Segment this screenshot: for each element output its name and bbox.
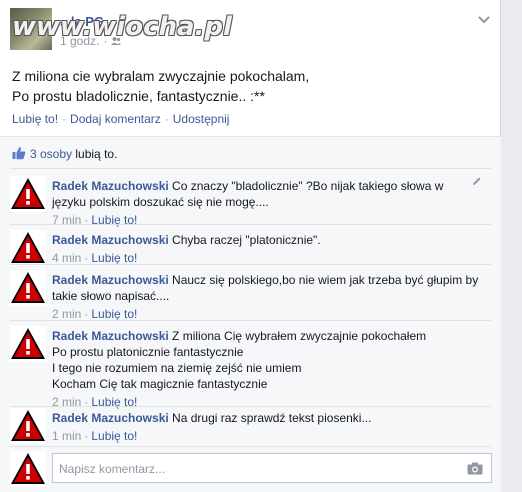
chevron-down-icon[interactable] (478, 16, 490, 24)
comment-input-box[interactable] (52, 453, 492, 483)
comment-separator (10, 264, 491, 265)
warning-avatar-icon[interactable] (10, 270, 46, 306)
divider (10, 168, 491, 169)
likes-label: lubią to. (75, 147, 118, 161)
likes-summary: 3 osoby lubią to. (12, 146, 117, 161)
comment-time[interactable]: 4 min (52, 251, 81, 265)
comment-meta: 1 min · Lubię to! (52, 428, 480, 444)
comment-separator (10, 446, 491, 447)
thumbs-up-icon (12, 147, 26, 160)
post-header: ...ła PG 1 godz. · www.wiocha.pl (10, 8, 410, 52)
comment-meta: 2 min · Lubię to! (52, 394, 480, 410)
comment-author[interactable]: Radek Mazuchowski (52, 233, 169, 247)
comment-like-link[interactable]: Lubię to! (91, 307, 137, 321)
post-text-line: Z miliona cie wybralam zwyczajnie pokoch… (12, 68, 310, 84)
comment-text-line: I tego nie rozumiem na ziemię zejść nie … (52, 361, 302, 375)
comment-author[interactable]: Radek Mazuchowski (52, 329, 169, 343)
watermark-logo: www.wiocha.pl (12, 12, 232, 42)
comment-input[interactable] (59, 460, 449, 478)
comment-time[interactable]: 1 min (52, 429, 81, 443)
comment-link[interactable]: Dodaj komentarz (70, 112, 161, 126)
comment-separator (10, 320, 491, 321)
comment-text-line: Po prostu platonicznie fantastycznie (52, 345, 244, 359)
action-separator: · (62, 112, 67, 126)
comment-text: Na drugi raz sprawdź tekst piosenki... (172, 411, 372, 425)
warning-avatar-icon (10, 451, 46, 487)
post-text-line: Po prostu bladolicznie, fantastycznie.. … (12, 88, 265, 104)
comment-separator (10, 406, 491, 407)
comment-meta: 7 min · Lubię to! (52, 212, 480, 228)
warning-avatar-icon[interactable] (10, 176, 46, 212)
like-link[interactable]: Lubię to! (12, 112, 58, 126)
comment-separator (10, 224, 491, 225)
comment-author[interactable]: Radek Mazuchowski (52, 179, 169, 193)
comment-composer (10, 451, 492, 487)
meta-separator: · (84, 429, 89, 443)
post-text: Z miliona cie wybralam zwyczajnie pokoch… (12, 66, 482, 106)
comment-text: Chyba raczej "platonicznie". (172, 233, 321, 247)
comment-text-line: Kocham Cię tak magicznie fantastycznie (52, 377, 268, 391)
meta-separator: · (84, 251, 89, 265)
comment-time[interactable]: 2 min (52, 307, 81, 321)
post-actions: Lubię to! · Dodaj komentarz · Udostępnij (12, 112, 229, 126)
meta-separator: · (84, 307, 89, 321)
warning-avatar-icon[interactable] (10, 408, 46, 444)
comment-text: Z miliona Cię wybrałem zwyczajnie pokoch… (172, 329, 427, 343)
post-card: ...ła PG 1 godz. · www.wiocha.pl Z milion… (0, 0, 501, 492)
comment-like-link[interactable]: Lubię to! (91, 429, 137, 443)
share-link[interactable]: Udostępnij (173, 112, 230, 126)
comment-author[interactable]: Radek Mazuchowski (52, 273, 169, 287)
camera-icon[interactable] (467, 462, 483, 475)
comment-author[interactable]: Radek Mazuchowski (52, 411, 169, 425)
warning-avatar-icon[interactable] (10, 230, 46, 266)
warning-avatar-icon[interactable] (10, 326, 46, 362)
likes-count[interactable]: 3 osoby (30, 147, 72, 161)
action-separator: · (164, 112, 169, 126)
comment-like-link[interactable]: Lubię to! (91, 251, 137, 265)
